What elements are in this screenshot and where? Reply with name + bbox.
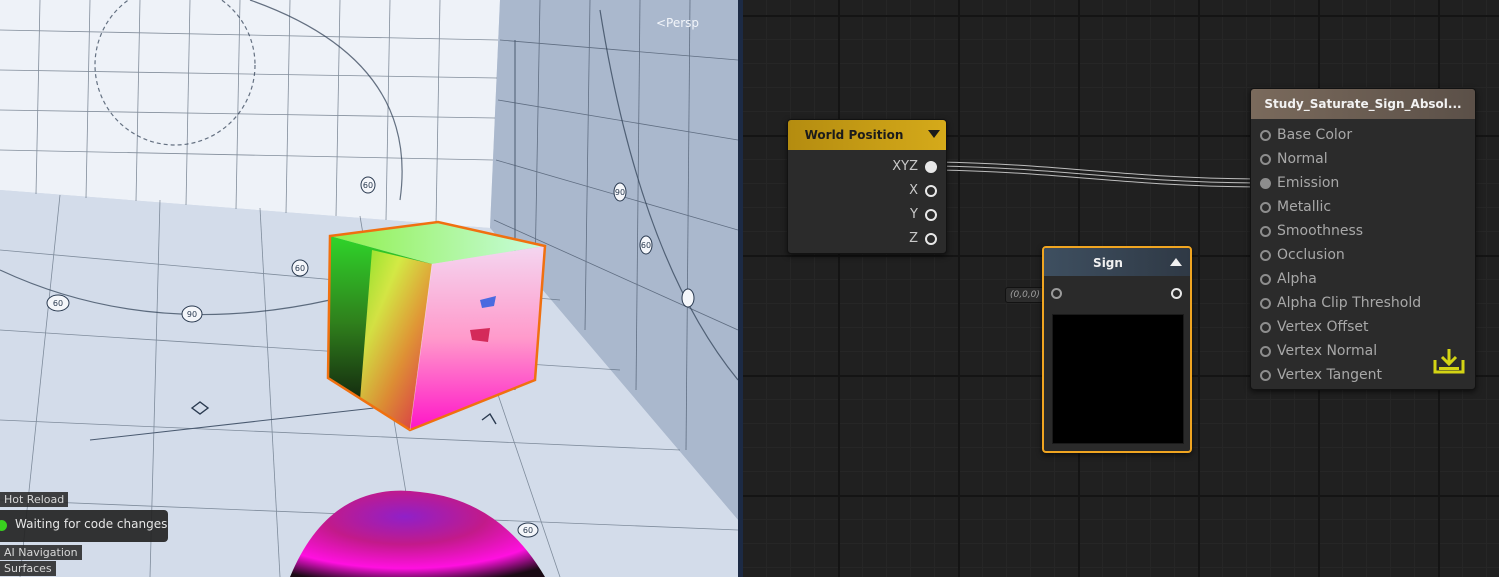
status-dot-icon xyxy=(0,520,7,531)
node-title: Study_Saturate_Sign_Absol... xyxy=(1264,97,1462,111)
input-alpha-clip-threshold[interactable]: Alpha Clip Threshold xyxy=(1260,295,1421,311)
gizmo-label: 60 xyxy=(295,264,305,273)
port-circle-icon[interactable] xyxy=(1260,249,1271,261)
port-circle-icon[interactable] xyxy=(1260,297,1271,309)
input-vertex-tangent[interactable]: Vertex Tangent xyxy=(1260,367,1382,383)
download-tray-icon[interactable] xyxy=(1431,346,1467,378)
gizmo-label: 90 xyxy=(187,310,197,319)
output-port-icon[interactable] xyxy=(1171,288,1182,299)
port-label: X xyxy=(909,183,918,198)
port-label: Z xyxy=(909,231,918,246)
input-normal[interactable]: Normal xyxy=(1260,151,1328,167)
port-label: XYZ xyxy=(892,159,918,174)
camera-mode-label[interactable]: <Persp xyxy=(656,16,699,30)
port-circle-icon[interactable] xyxy=(1260,345,1271,357)
gizmo-label: 60 xyxy=(641,241,651,250)
port-circle-icon[interactable] xyxy=(925,160,937,173)
node-header[interactable]: Sign xyxy=(1044,248,1190,276)
port-label: Occlusion xyxy=(1277,247,1345,263)
scene-viewport[interactable]: 60 90 60 60 90 60 60 xyxy=(0,0,738,577)
port-label: Alpha xyxy=(1277,271,1317,287)
port-circle-icon[interactable] xyxy=(1260,321,1271,333)
gizmo-label: 60 xyxy=(53,299,63,308)
hot-reload-panel[interactable]: Waiting for code changes xyxy=(0,510,168,542)
port-circle-icon[interactable] xyxy=(1260,273,1271,285)
node-preview xyxy=(1052,314,1184,444)
output-port-xyz[interactable]: XYZ xyxy=(892,159,937,174)
port-label: Metallic xyxy=(1277,199,1332,215)
master-output-node[interactable]: Study_Saturate_Sign_Absol... Base Color … xyxy=(1250,88,1476,390)
input-alpha[interactable]: Alpha xyxy=(1260,271,1317,287)
world-position-node[interactable]: World Position XYZ X Y Z xyxy=(787,119,947,254)
port-circle-icon[interactable] xyxy=(1260,153,1271,165)
input-metallic[interactable]: Metallic xyxy=(1260,199,1331,215)
port-label: Vertex Tangent xyxy=(1277,367,1382,383)
node-title: Sign xyxy=(1093,256,1123,270)
hot-reload-title: Hot Reload xyxy=(0,492,69,507)
input-emission[interactable]: Emission xyxy=(1260,175,1339,191)
port-label: Smoothness xyxy=(1277,223,1364,239)
output-port-x[interactable]: X xyxy=(909,183,937,198)
port-label: Base Color xyxy=(1277,127,1353,143)
port-label: Vertex Normal xyxy=(1277,343,1378,359)
output-port-y[interactable]: Y xyxy=(910,207,937,222)
port-label: Normal xyxy=(1277,151,1328,167)
port-circle-icon[interactable] xyxy=(925,184,937,197)
port-circle-icon[interactable] xyxy=(925,208,937,221)
output-port-z[interactable]: Z xyxy=(909,231,937,246)
sign-default-input[interactable]: (0,0,0) xyxy=(1005,287,1045,303)
gizmo-label: 90 xyxy=(615,188,625,197)
gizmo-label: 60 xyxy=(363,181,373,190)
port-circle-icon[interactable] xyxy=(1260,201,1271,213)
node-title: World Position xyxy=(804,128,904,142)
input-port-icon[interactable] xyxy=(1051,288,1062,299)
port-circle-icon[interactable] xyxy=(925,232,937,245)
gizmo-label: 60 xyxy=(523,526,533,535)
scene-view[interactable]: 60 90 60 60 90 60 60 <Persp Hot Reload W… xyxy=(0,0,738,577)
input-base-color[interactable]: Base Color xyxy=(1260,127,1352,143)
port-label: Y xyxy=(910,207,918,222)
port-circle-icon[interactable] xyxy=(1260,369,1271,381)
ai-navigation-title: AI Navigation xyxy=(0,545,82,560)
port-label: Alpha Clip Threshold xyxy=(1277,295,1422,311)
node-header[interactable]: Study_Saturate_Sign_Absol... xyxy=(1251,89,1475,119)
port-label: Emission xyxy=(1277,175,1340,191)
port-circle-icon[interactable] xyxy=(1260,129,1271,141)
collapse-arrow-icon[interactable] xyxy=(1170,258,1182,266)
collapse-arrow-icon[interactable] xyxy=(928,130,940,138)
port-circle-icon[interactable] xyxy=(1260,225,1271,237)
input-occlusion[interactable]: Occlusion xyxy=(1260,247,1345,263)
input-vertex-offset[interactable]: Vertex Offset xyxy=(1260,319,1369,335)
node-header[interactable]: World Position xyxy=(788,120,946,150)
input-vertex-normal[interactable]: Vertex Normal xyxy=(1260,343,1377,359)
shader-graph-canvas[interactable]: World Position XYZ X Y Z (0,0,0) Sign St… xyxy=(743,0,1499,577)
sign-node[interactable]: Sign xyxy=(1042,246,1192,453)
input-smoothness[interactable]: Smoothness xyxy=(1260,223,1363,239)
ai-navigation-item[interactable]: Surfaces xyxy=(0,561,56,576)
port-label: Vertex Offset xyxy=(1277,319,1369,335)
hot-reload-status: Waiting for code changes xyxy=(15,517,168,531)
port-circle-icon[interactable] xyxy=(1260,177,1271,189)
